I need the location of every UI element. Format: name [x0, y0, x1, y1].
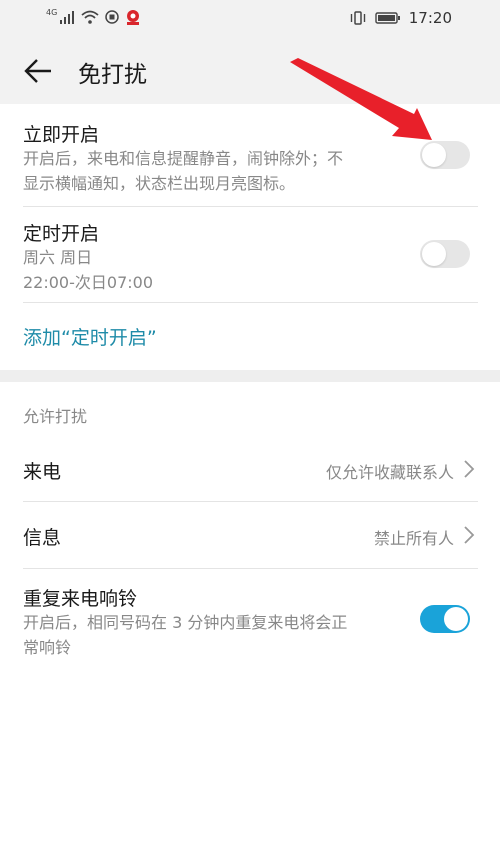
allow-section-header: 允许打扰	[23, 407, 88, 426]
network-type-label: 4G	[46, 7, 58, 17]
messages-row[interactable]: 信息 禁止所有人	[0, 502, 500, 568]
status-left-icons: 4G	[46, 7, 141, 25]
toggle-knob	[444, 607, 468, 631]
immediate-enable-toggle[interactable]	[420, 141, 470, 169]
page-title: 免打扰	[78, 62, 147, 88]
immediate-enable-row[interactable]: 立即开启 开启后，来电和信息提醒静音，闹钟除外；不 显示横幅通知，状态栏出现月亮…	[0, 104, 500, 206]
chevron-right-icon	[464, 460, 475, 478]
repeat-calls-title: 重复来电响铃	[23, 588, 138, 610]
calls-value: 仅允许收藏联系人	[325, 463, 454, 482]
chevron-right-icon	[464, 526, 475, 544]
clock-time: 17:20	[408, 9, 452, 27]
calls-row[interactable]: 来电 仅允许收藏联系人	[0, 436, 500, 501]
cellular-signal-icon	[60, 11, 75, 24]
app-notification-icon	[127, 10, 140, 25]
calls-label: 来电	[23, 461, 62, 483]
back-arrow-icon	[24, 59, 51, 83]
scheduled-time-range: 22:00-次日07:00	[23, 273, 153, 292]
add-schedule-link[interactable]: 添加“定时开启”	[23, 323, 157, 350]
add-schedule-row[interactable]: 添加“定时开启”	[0, 303, 500, 370]
repeat-calls-row[interactable]: 重复来电响铃 开启后，相同号码在 3 分钟内重复来电将会正 常响铃	[0, 569, 500, 669]
wifi-icon	[81, 10, 99, 24]
section-separator	[0, 370, 500, 382]
repeat-calls-toggle[interactable]	[420, 605, 470, 633]
status-right-icons: 17:20	[349, 9, 452, 27]
status-bar: 4G 17:20	[0, 0, 500, 38]
scheduled-days: 周六 周日	[23, 248, 93, 267]
back-button[interactable]	[22, 56, 54, 86]
repeat-calls-description-line1: 开启后，相同号码在 3 分钟内重复来电将会正	[23, 613, 348, 632]
messages-label: 信息	[23, 527, 62, 549]
repeat-calls-description-line2: 常响铃	[23, 638, 72, 657]
vibrate-icon	[350, 11, 365, 25]
scheduled-enable-title: 定时开启	[23, 223, 100, 245]
immediate-enable-description-line2: 显示横幅通知，状态栏出现月亮图标。	[23, 174, 296, 193]
scheduled-enable-row[interactable]: 定时开启 周六 周日 22:00-次日07:00	[0, 207, 500, 302]
scheduled-enable-toggle[interactable]	[420, 240, 470, 268]
toggle-knob	[422, 143, 446, 167]
app-header: 免打扰	[0, 38, 500, 104]
vpn-shield-icon	[105, 10, 120, 24]
immediate-enable-description-line1: 开启后，来电和信息提醒静音，闹钟除外；不	[23, 149, 344, 168]
toggle-knob	[422, 242, 446, 266]
battery-icon	[375, 12, 400, 24]
messages-value: 禁止所有人	[373, 529, 454, 548]
immediate-enable-title: 立即开启	[23, 124, 100, 146]
